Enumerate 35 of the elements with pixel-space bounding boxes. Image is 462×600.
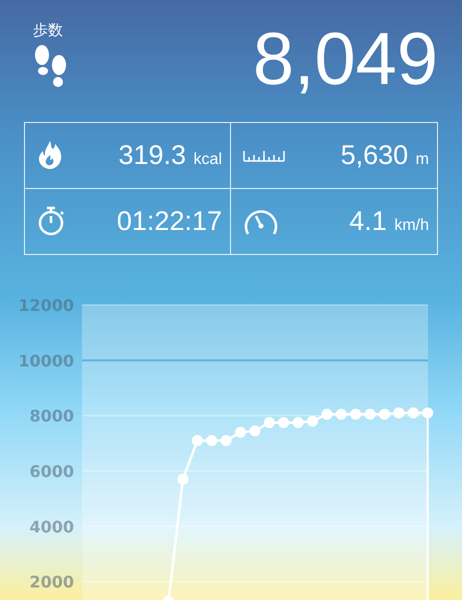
stat-value: 4.1 km/h (349, 206, 429, 237)
axis-label: 4000 (29, 517, 74, 536)
data-point (292, 417, 304, 428)
axis-label: 8000 (29, 406, 74, 426)
axis-label: 10000 (18, 351, 74, 370)
stat-value: 5,630 m (340, 140, 429, 171)
data-point (206, 435, 218, 446)
data-point (321, 408, 332, 420)
data-point (393, 407, 404, 418)
flame-icon (37, 140, 63, 170)
data-point (220, 435, 232, 446)
axis-label: 12000 (18, 296, 74, 315)
data-point (364, 408, 376, 420)
footprints-icon (33, 44, 69, 90)
data-point (278, 417, 290, 428)
axis-label: 2000 (29, 572, 74, 592)
data-point (408, 407, 419, 418)
axis-label: 6000 (29, 462, 74, 481)
data-point (336, 408, 347, 420)
data-point (235, 426, 246, 438)
step-count: 8,049 (252, 22, 438, 96)
ruler-icon (243, 148, 285, 162)
data-point (264, 417, 275, 428)
data-point (379, 408, 390, 420)
steps-label: 歩数 (33, 21, 63, 40)
data-point (307, 416, 318, 427)
data-point (192, 435, 203, 446)
stat-value: 01:22:17 (116, 206, 222, 237)
data-point (350, 408, 362, 420)
data-point (422, 407, 434, 418)
data-point (249, 425, 260, 436)
stopwatch-icon (37, 205, 65, 238)
stat-value: 319.3 kcal (118, 140, 222, 171)
data-point (177, 474, 188, 485)
data-point (163, 596, 174, 600)
